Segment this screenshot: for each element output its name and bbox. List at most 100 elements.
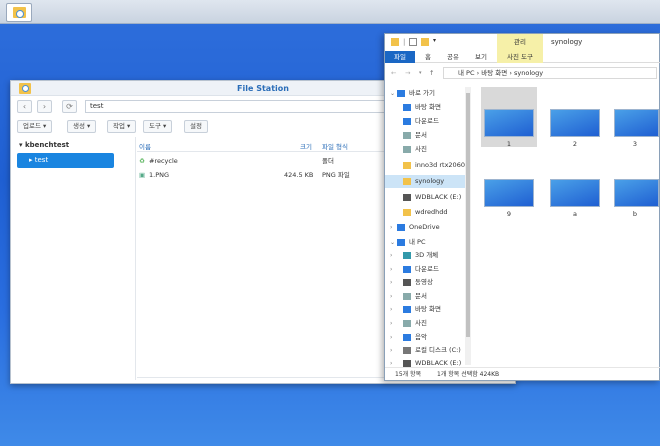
thumbnail-item[interactable]: 9 xyxy=(481,157,537,218)
nav-item[interactable]: 사진 xyxy=(385,143,465,156)
thumbnail-label: a xyxy=(573,210,577,218)
nav-item[interactable]: › 문서 xyxy=(385,290,465,303)
thumbnail-item[interactable]: a xyxy=(547,157,603,218)
nav-item[interactable]: › OneDrive xyxy=(385,221,465,234)
ribbon-tabs: 파일 홈 공유 보기 사진 도구 xyxy=(385,51,660,63)
tab-view[interactable]: 보기 xyxy=(475,51,487,63)
collapse-arrow-icon[interactable]: › xyxy=(390,290,392,303)
nav-item-label: 내 PC xyxy=(409,238,426,246)
folder-icon xyxy=(403,209,411,216)
tree-root[interactable]: ▾ kbenchtest xyxy=(17,139,127,151)
thumbnail-item[interactable]: 1 xyxy=(481,87,537,148)
expand-arrow-icon[interactable]: ⌄ xyxy=(390,87,395,100)
image-preview xyxy=(550,179,600,207)
nav-item[interactable]: 다운로드 xyxy=(385,115,465,128)
nav-item[interactable]: 바탕 화면 xyxy=(385,101,465,114)
nav-item-label: WDBLACK (E:) xyxy=(415,193,462,201)
action-button[interactable]: 작업 ▾ xyxy=(107,120,137,133)
thumbnail-item[interactable]: b xyxy=(611,157,659,218)
settings-button[interactable]: 설정 xyxy=(184,120,208,133)
nav-item-label: 문서 xyxy=(415,292,427,300)
collapse-arrow-icon[interactable]: › xyxy=(390,331,392,344)
tab-share[interactable]: 공유 xyxy=(447,51,459,63)
nav-item-label: inno3d rtx2060 xyxy=(415,161,465,169)
picture-icon xyxy=(403,146,411,153)
collapse-arrow-icon[interactable]: › xyxy=(390,263,392,276)
nav-item[interactable]: › 바탕 화면 xyxy=(385,303,465,316)
nav-item[interactable]: wdredhdd xyxy=(385,206,465,219)
expand-arrow-icon[interactable]: ⌄ xyxy=(390,236,395,249)
recent-dropdown-icon[interactable]: ▾ xyxy=(419,65,422,81)
nav-item[interactable]: › 동영상 xyxy=(385,276,465,289)
nav-item[interactable]: › 로컬 디스크 (C:) xyxy=(385,344,465,357)
collapse-arrow-icon[interactable]: › xyxy=(390,344,392,357)
folder-icon xyxy=(403,178,411,185)
nav-item[interactable]: › 3D 개체 xyxy=(385,249,465,262)
col-name[interactable]: 이름 xyxy=(139,141,151,151)
recycle-icon: ♻ xyxy=(139,157,145,165)
tools-button[interactable]: 도구 ▾ xyxy=(143,120,173,133)
nav-item[interactable]: › 음악 xyxy=(385,331,465,344)
collapse-arrow-icon[interactable]: › xyxy=(390,276,392,289)
forward-button[interactable]: › xyxy=(37,100,52,113)
folder-icon xyxy=(403,162,411,169)
upload-button[interactable]: 업로드 ▾ xyxy=(17,120,53,133)
file-station-icon xyxy=(19,83,31,94)
up-arrow-icon[interactable]: ↑ xyxy=(429,65,434,81)
nav-item-label: 동영상 xyxy=(415,278,433,286)
nav-item-label: 바탕 화면 xyxy=(415,103,441,111)
refresh-button[interactable]: ⟳ xyxy=(62,100,77,113)
drive-icon xyxy=(403,360,411,367)
thumbnail-item[interactable]: 3 xyxy=(611,87,659,148)
tab-file[interactable]: 파일 xyxy=(385,51,415,63)
image-preview xyxy=(484,109,534,137)
file-station-app-icon[interactable] xyxy=(6,3,32,22)
new-folder-icon[interactable] xyxy=(421,38,429,46)
scrollbar-thumb[interactable] xyxy=(466,93,470,337)
explorer-window: | ▾ 관리 synology 파일 홈 공유 보기 사진 도구 ← → ▾ ↑… xyxy=(384,33,660,381)
picture-icon xyxy=(403,320,411,327)
nav-item[interactable]: WDBLACK (E:) xyxy=(385,191,465,204)
folder-icon xyxy=(391,38,399,46)
collapse-arrow-icon[interactable]: › xyxy=(390,303,392,316)
nav-item[interactable]: 문서 xyxy=(385,129,465,142)
file-name: #recycle xyxy=(149,157,178,165)
back-arrow-icon[interactable]: ← xyxy=(391,65,396,81)
nav-item[interactable]: inno3d rtx2060 xyxy=(385,159,465,172)
tree-item-test[interactable]: ▸ test xyxy=(17,153,114,168)
collapse-arrow-icon[interactable]: › xyxy=(390,221,392,234)
forward-arrow-icon[interactable]: → xyxy=(405,65,410,81)
drive-icon xyxy=(403,347,411,354)
address-bar[interactable]: 내 PC › 바탕 화면 › synology xyxy=(443,67,657,79)
thumbnail-item[interactable]: 2 xyxy=(547,87,603,148)
nav-item-label: 음악 xyxy=(415,333,427,341)
download-icon xyxy=(403,118,411,125)
nav-item-label: wdredhdd xyxy=(415,208,448,216)
item-count: 15개 항목 xyxy=(395,371,422,378)
nav-item-label: 문서 xyxy=(415,131,427,139)
collapse-arrow-icon[interactable]: › xyxy=(390,249,392,262)
nav-item[interactable]: › 사진 xyxy=(385,317,465,330)
explorer-title: synology xyxy=(551,38,583,46)
nav-item-label: 로컬 디스크 (C:) xyxy=(415,346,461,354)
tab-picture-tools[interactable]: 사진 도구 xyxy=(497,51,543,63)
create-button[interactable]: 생성 ▾ xyxy=(67,120,97,133)
back-button[interactable]: ‹ xyxy=(17,100,32,113)
image-file-icon: ▣ xyxy=(139,171,146,179)
nav-scrollbar[interactable] xyxy=(465,87,471,365)
tab-home[interactable]: 홈 xyxy=(425,51,431,63)
collapse-arrow-icon[interactable]: › xyxy=(390,317,392,330)
nav-item[interactable]: › 다운로드 xyxy=(385,263,465,276)
col-size[interactable]: 크기 xyxy=(300,141,312,151)
status-bar: 15개 항목 1개 항목 선택함 424KB xyxy=(385,367,660,381)
drive-icon xyxy=(403,194,411,201)
nav-item-label: 바로 가기 xyxy=(409,89,435,97)
customize-arrow-icon[interactable]: ▾ xyxy=(433,37,441,45)
nav-item[interactable]: ⌄ 바로 가기 xyxy=(385,87,465,100)
nav-item[interactable]: synology xyxy=(385,175,465,188)
properties-icon[interactable] xyxy=(409,38,417,46)
tab-manage[interactable]: 관리 xyxy=(497,34,543,51)
col-type[interactable]: 파일 형식 xyxy=(322,141,348,151)
divider xyxy=(135,137,136,380)
nav-item[interactable]: ⌄ 내 PC xyxy=(385,236,465,249)
